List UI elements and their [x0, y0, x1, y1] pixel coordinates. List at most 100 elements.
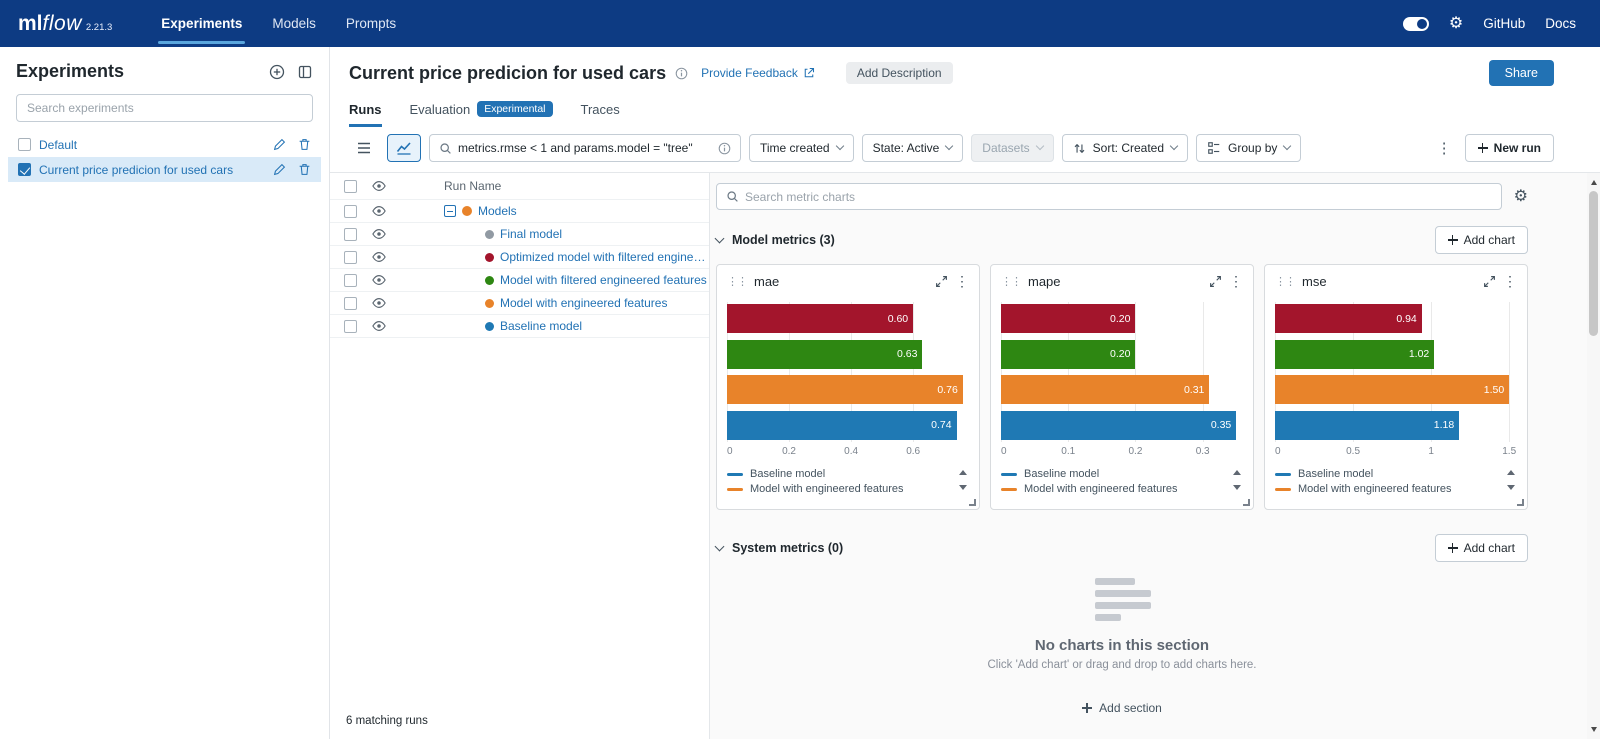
- chart-menu-icon[interactable]: [1229, 273, 1243, 290]
- tab-runs[interactable]: Runs: [349, 102, 382, 127]
- search-metric-charts-input[interactable]: [745, 190, 1492, 204]
- run-checkbox[interactable]: [344, 320, 357, 333]
- drag-handle-icon[interactable]: [1001, 275, 1021, 288]
- provide-feedback-link[interactable]: Provide Feedback: [701, 66, 815, 80]
- eye-icon[interactable]: [372, 273, 402, 287]
- experiment-list-item[interactable]: Default: [8, 132, 321, 157]
- mlflow-logo[interactable]: mlflow 2.21.3: [18, 12, 112, 36]
- bar[interactable]: 0.31: [1001, 375, 1209, 404]
- new-experiment-icon[interactable]: [269, 64, 285, 80]
- scroll-down-icon[interactable]: [1233, 485, 1241, 490]
- add-chart-button[interactable]: Add chart: [1435, 534, 1528, 562]
- settings-gear-icon[interactable]: [1449, 16, 1463, 32]
- run-name-link[interactable]: Final model: [500, 227, 562, 241]
- nav-tab-prompts[interactable]: Prompts: [331, 0, 411, 47]
- run-group-row[interactable]: Models: [330, 200, 709, 223]
- experiment-checkbox[interactable]: [18, 138, 31, 151]
- info-icon[interactable]: [675, 67, 688, 80]
- select-all-checkbox[interactable]: [344, 180, 357, 193]
- experiment-list-item-selected[interactable]: Current price predicion for used cars: [8, 157, 321, 182]
- scroll-down-icon[interactable]: [1507, 485, 1515, 490]
- scroll-up-icon[interactable]: [1233, 470, 1241, 475]
- edit-pencil-icon[interactable]: [273, 138, 286, 151]
- legend-scroll-arrows[interactable]: [1233, 470, 1241, 490]
- legend-item[interactable]: Model with engineered features: [727, 482, 949, 497]
- expand-chart-icon[interactable]: [1483, 275, 1496, 288]
- scrollbar-up-arrow[interactable]: [1587, 175, 1600, 190]
- time-created-dropdown[interactable]: Time created: [749, 134, 854, 162]
- eye-icon[interactable]: [372, 204, 402, 218]
- toggle-visibility-icon[interactable]: [372, 179, 402, 193]
- legend-item[interactable]: Model with engineered features: [1275, 482, 1497, 497]
- sort-dropdown[interactable]: Sort: Created: [1062, 134, 1188, 162]
- legend-item[interactable]: Baseline model: [727, 467, 949, 482]
- run-name-link[interactable]: Baseline model: [500, 319, 582, 333]
- docs-link[interactable]: Docs: [1545, 16, 1576, 31]
- eye-icon[interactable]: [372, 227, 402, 241]
- delete-trash-icon[interactable]: [298, 163, 311, 176]
- run-checkbox[interactable]: [344, 251, 357, 264]
- resize-handle-icon[interactable]: [1243, 499, 1250, 506]
- chart-menu-icon[interactable]: [955, 273, 969, 290]
- bar[interactable]: 1.18: [1275, 411, 1459, 440]
- drag-handle-icon[interactable]: [727, 275, 747, 288]
- resize-handle-icon[interactable]: [969, 499, 976, 506]
- resize-handle-icon[interactable]: [1517, 499, 1524, 506]
- share-button[interactable]: Share: [1489, 60, 1554, 86]
- toolbar-overflow-menu-icon[interactable]: [1432, 139, 1457, 157]
- bar[interactable]: 0.60: [727, 304, 913, 333]
- experiment-checkbox-checked[interactable]: [18, 163, 31, 176]
- eye-icon[interactable]: [372, 296, 402, 310]
- charts-settings-gear-icon[interactable]: [1514, 189, 1528, 205]
- collapse-group-icon[interactable]: [444, 205, 456, 217]
- scroll-down-icon[interactable]: [959, 485, 967, 490]
- query-help-icon[interactable]: [718, 142, 731, 155]
- scrollbar-down-arrow[interactable]: [1587, 722, 1600, 737]
- eye-icon[interactable]: [372, 319, 402, 333]
- run-checkbox[interactable]: [344, 228, 357, 241]
- theme-toggle-icon[interactable]: [1403, 17, 1429, 31]
- bar[interactable]: 0.76: [727, 375, 963, 404]
- run-row[interactable]: Model with filtered engineered features: [330, 269, 709, 292]
- run-checkbox[interactable]: [344, 274, 357, 287]
- nav-tab-experiments[interactable]: Experiments: [146, 0, 257, 47]
- scroll-up-icon[interactable]: [1507, 470, 1515, 475]
- chevron-down-icon[interactable]: [715, 233, 725, 243]
- run-row[interactable]: Model with engineered features: [330, 292, 709, 315]
- scroll-up-icon[interactable]: [959, 470, 967, 475]
- legend-item[interactable]: Baseline model: [1001, 467, 1223, 482]
- vertical-scrollbar[interactable]: [1587, 173, 1600, 739]
- legend-item[interactable]: Model with engineered features: [1001, 482, 1223, 497]
- run-name-link[interactable]: Optimized model with filtered engineered…: [500, 250, 709, 264]
- github-link[interactable]: GitHub: [1483, 16, 1525, 31]
- new-run-button[interactable]: New run: [1465, 134, 1554, 162]
- add-chart-button[interactable]: Add chart: [1435, 226, 1528, 254]
- group-by-dropdown[interactable]: Group by: [1196, 134, 1301, 162]
- expand-chart-icon[interactable]: [1209, 275, 1222, 288]
- drag-handle-icon[interactable]: [1275, 275, 1295, 288]
- scrollbar-thumb[interactable]: [1589, 191, 1598, 336]
- bar[interactable]: 0.35: [1001, 411, 1236, 440]
- run-row[interactable]: Final model: [330, 223, 709, 246]
- experiment-name-link[interactable]: Current price predicion for used cars: [39, 163, 265, 177]
- run-name-link[interactable]: Model with filtered engineered features: [500, 273, 707, 287]
- runs-query-input[interactable]: [458, 141, 712, 155]
- bar[interactable]: 1.02: [1275, 340, 1434, 369]
- run-row[interactable]: Baseline model: [330, 315, 709, 338]
- edit-pencil-icon[interactable]: [273, 163, 286, 176]
- bar[interactable]: 0.20: [1001, 304, 1135, 333]
- run-name-link[interactable]: Model with engineered features: [500, 296, 667, 310]
- chevron-down-icon[interactable]: [715, 541, 725, 551]
- tab-traces[interactable]: Traces: [581, 102, 620, 127]
- bar[interactable]: 1.50: [1275, 375, 1509, 404]
- legend-scroll-arrows[interactable]: [1507, 470, 1515, 490]
- experiment-name-link[interactable]: Default: [39, 138, 265, 152]
- run-group-link[interactable]: Models: [478, 204, 517, 218]
- run-row[interactable]: Optimized model with filtered engineered…: [330, 246, 709, 269]
- eye-icon[interactable]: [372, 250, 402, 264]
- bar[interactable]: 0.74: [727, 411, 957, 440]
- add-description-button[interactable]: Add Description: [846, 62, 953, 84]
- run-checkbox[interactable]: [344, 205, 357, 218]
- search-experiments-input[interactable]: [16, 94, 313, 122]
- legend-scroll-arrows[interactable]: [959, 470, 967, 490]
